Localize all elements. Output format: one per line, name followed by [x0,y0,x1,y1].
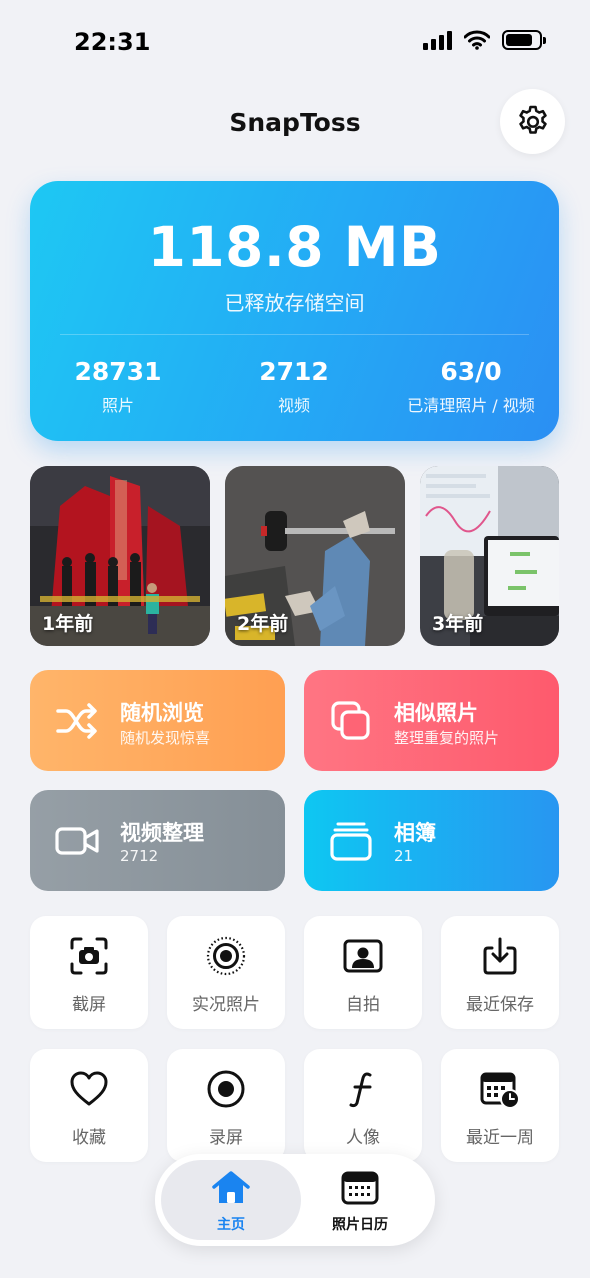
tab-label: 照片日历 [332,1217,388,1233]
album-label: 自拍 [346,995,380,1015]
album-label: 人像 [346,1128,380,1148]
shuffle-icon [56,703,97,739]
tab-label: 主页 [217,1217,245,1233]
memory-card-2-years-ago[interactable]: 2年前 [225,466,405,646]
status-bar: 22:31 [0,0,590,88]
freed-storage-label: 已释放存储空间 [224,291,365,315]
selfie-icon [343,939,383,973]
heart-icon [70,1071,108,1106]
feature-subtitle: 21 [394,847,414,865]
memory-card-3-years-ago[interactable]: 3年前 [420,466,559,646]
stats-divider [60,334,529,335]
battery-level [506,34,532,46]
stat-videos-label: 视频 [277,396,310,415]
live-photo-icon [206,936,246,976]
stat-photos-value: 28731 [74,357,162,386]
album-label: 最近保存 [466,995,534,1015]
stat-photos-label: 照片 [101,396,134,415]
albums-card[interactable]: 相簿 21 [304,790,559,891]
memory-label: 3年前 [432,613,484,635]
album-label: 录屏 [209,1128,243,1148]
feature-title: 随机浏览 [120,701,204,725]
feature-title: 视频整理 [120,821,204,845]
stat-photos: 28731 照片 [30,357,206,416]
memory-label: 1年前 [42,613,94,635]
record-icon [207,1070,245,1108]
stat-cleaned-value: 63/0 [440,357,502,386]
tab-home[interactable]: 主页 [161,1154,301,1246]
albums-icon [330,822,372,861]
status-time: 22:31 [74,28,151,56]
stat-cleaned: 63/0 已清理照片 / 视频 [383,357,559,416]
freed-storage-value: 118.8 MB [147,215,442,279]
album-screenshots[interactable]: 截屏 [30,916,148,1029]
wifi-icon [464,30,490,50]
stat-videos-value: 2712 [259,357,329,386]
random-browse-card[interactable]: 随机浏览 随机发现惊喜 [30,670,285,771]
settings-button[interactable] [500,89,565,154]
cellular-signal-icon [423,30,452,50]
album-live-photos[interactable]: 实况照片 [167,916,285,1029]
feature-title: 相似照片 [394,701,478,725]
stat-videos: 2712 视频 [206,357,382,416]
video-organize-card[interactable]: 视频整理 2712 [30,790,285,891]
duplicate-icon [331,701,370,740]
portrait-f-icon [349,1072,372,1108]
download-icon [483,937,517,975]
memory-card-1-year-ago[interactable]: 1年前 [30,466,210,646]
home-icon [212,1171,250,1203]
storage-stats-card: 118.8 MB 已释放存储空间 28731 照片 2712 视频 63/0 已… [30,181,559,441]
feature-subtitle: 整理重复的照片 [394,729,500,747]
tab-bar: 主页 照片日历 [155,1154,435,1246]
album-recently-saved[interactable]: 最近保存 [441,916,559,1029]
tab-photo-calendar[interactable]: 照片日历 [290,1154,430,1246]
stat-cleaned-label: 已清理照片 / 视频 [407,396,535,415]
calendar-clock-icon [480,1072,520,1109]
battery-icon [502,30,546,50]
album-label: 实况照片 [192,995,260,1015]
video-camera-icon [55,827,99,855]
status-icons [423,30,546,50]
feature-title: 相簿 [394,821,436,845]
feature-subtitle: 随机发现惊喜 [120,729,211,747]
gear-icon [518,105,547,134]
album-label: 最近一周 [466,1128,534,1148]
album-label: 截屏 [72,995,106,1015]
album-portraits[interactable]: 人像 [304,1049,422,1162]
memory-label: 2年前 [237,613,289,635]
album-recent-week[interactable]: 最近一周 [441,1049,559,1162]
album-favorites[interactable]: 收藏 [30,1049,148,1162]
calendar-icon [341,1171,379,1205]
album-screen-recordings[interactable]: 录屏 [167,1049,285,1162]
screenshot-icon [70,937,108,975]
similar-photos-card[interactable]: 相似照片 整理重复的照片 [304,670,559,771]
feature-subtitle: 2712 [120,847,159,865]
album-selfies[interactable]: 自拍 [304,916,422,1029]
album-label: 收藏 [72,1128,106,1148]
